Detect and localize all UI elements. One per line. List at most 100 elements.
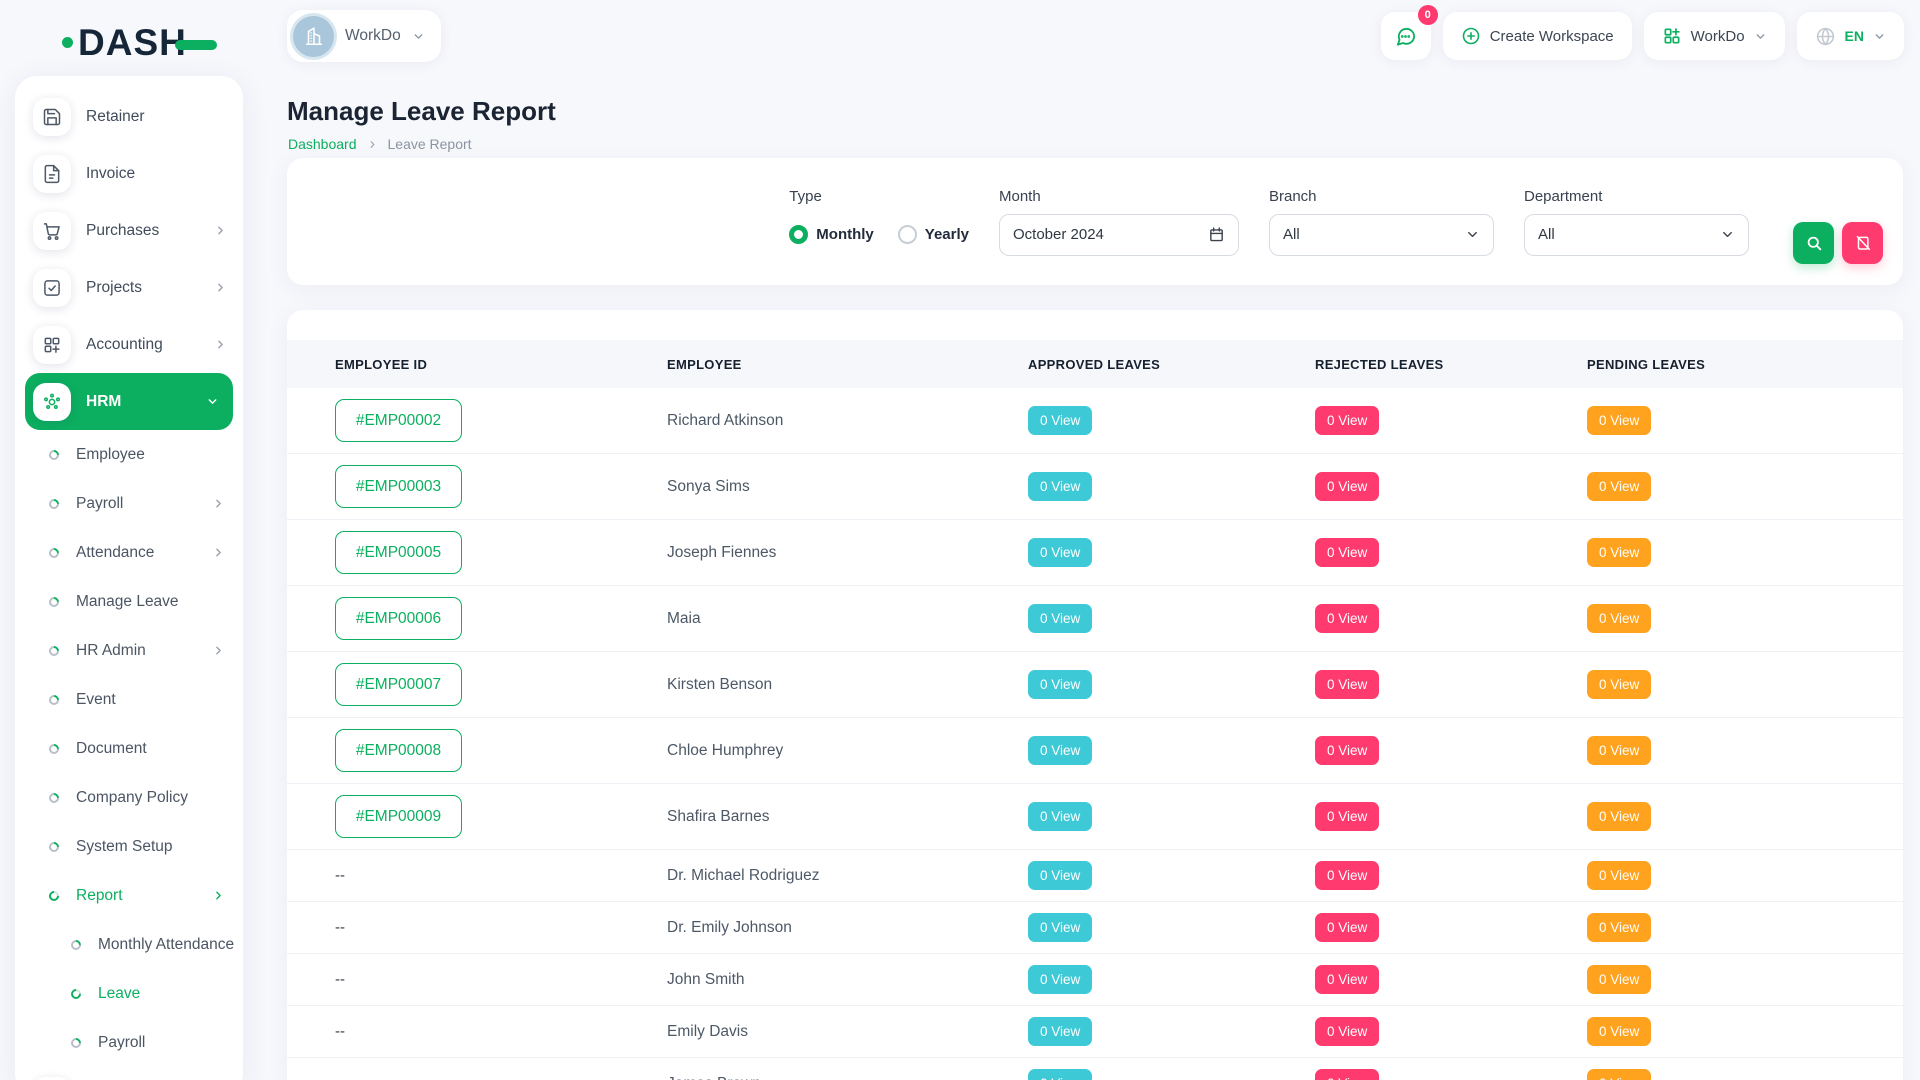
sidebar-item-label: Leave: [98, 985, 225, 1003]
cart-icon: [33, 212, 71, 250]
sidebar-item-retainer[interactable]: Retainer: [15, 88, 243, 145]
pending-leaves-badge[interactable]: 0 View: [1587, 861, 1651, 890]
branch-value: All: [1283, 226, 1300, 243]
employee-id-button[interactable]: #EMP00003: [335, 465, 462, 508]
approved-leaves-badge[interactable]: 0 View: [1028, 965, 1092, 994]
sidebar-item-monthly-attendance[interactable]: Monthly Attendance: [15, 920, 243, 969]
approved-leaves-badge[interactable]: 0 View: [1028, 736, 1092, 765]
approved-leaves-badge[interactable]: 0 View: [1028, 406, 1092, 435]
column-approved-leaves: APPROVED LEAVES: [1028, 357, 1315, 372]
pending-leaves-badge[interactable]: 0 View: [1587, 604, 1651, 633]
language-selector[interactable]: EN: [1797, 12, 1904, 60]
breadcrumb-dashboard-link[interactable]: Dashboard: [288, 136, 357, 152]
sidebar-item-projects[interactable]: Projects: [15, 259, 243, 316]
reset-button[interactable]: [1842, 222, 1883, 264]
employee-name: James Brown: [667, 1075, 761, 1080]
employee-id-button[interactable]: #EMP00005: [335, 531, 462, 574]
rejected-leaves-badge[interactable]: 0 View: [1315, 802, 1379, 831]
messages-button[interactable]: 0: [1381, 12, 1431, 60]
rejected-leaves-badge[interactable]: 0 View: [1315, 1017, 1379, 1046]
pending-leaves-badge[interactable]: 0 View: [1587, 670, 1651, 699]
pending-leaves-badge[interactable]: 0 View: [1587, 1017, 1651, 1046]
workspace-selector[interactable]: WorkDo: [287, 10, 441, 62]
workdo-menu-button[interactable]: WorkDo: [1644, 12, 1785, 60]
type-radio-monthly[interactable]: Monthly: [789, 225, 874, 244]
sidebar-item-hr-admin[interactable]: HR Admin: [15, 626, 243, 675]
rejected-leaves-badge[interactable]: 0 View: [1315, 1069, 1379, 1080]
sidebar-item-invoice[interactable]: Invoice: [15, 145, 243, 202]
bullet-icon: [69, 986, 83, 1000]
employee-id-button[interactable]: #EMP00006: [335, 597, 462, 640]
pending-leaves-badge[interactable]: 0 View: [1587, 965, 1651, 994]
approved-leaves-badge[interactable]: 0 View: [1028, 604, 1092, 633]
employee-id-button[interactable]: #EMP00002: [335, 399, 462, 442]
pending-leaves-badge[interactable]: 0 View: [1587, 802, 1651, 831]
sidebar-item-label: Purchases: [86, 222, 214, 240]
sidebar-item-employee[interactable]: Employee: [15, 430, 243, 479]
column-rejected-leaves: REJECTED LEAVES: [1315, 357, 1587, 372]
sidebar-item-label: Event: [76, 691, 225, 709]
rejected-leaves-badge[interactable]: 0 View: [1315, 538, 1379, 567]
sidebar-item-leave[interactable]: Leave: [15, 969, 243, 1018]
rejected-leaves-badge[interactable]: 0 View: [1315, 670, 1379, 699]
approved-leaves-badge[interactable]: 0 View: [1028, 913, 1092, 942]
branch-select[interactable]: All: [1269, 214, 1494, 256]
department-select[interactable]: All: [1524, 214, 1749, 256]
pending-leaves-badge[interactable]: 0 View: [1587, 472, 1651, 501]
sidebar-item-hrm[interactable]: HRM: [25, 373, 233, 430]
radio-label: Monthly: [816, 226, 874, 243]
sidebar-item-system-setup[interactable]: System Setup: [15, 822, 243, 871]
hrm-icon: [33, 383, 71, 421]
approved-leaves-badge[interactable]: 0 View: [1028, 1017, 1092, 1046]
building-icon: [293, 16, 334, 57]
employee-id-button[interactable]: #EMP00007: [335, 663, 462, 706]
chevron-right-icon: [212, 889, 225, 902]
column-employee-id: EMPLOYEE ID: [335, 357, 667, 372]
approved-leaves-badge[interactable]: 0 View: [1028, 538, 1092, 567]
rejected-leaves-badge[interactable]: 0 View: [1315, 913, 1379, 942]
employee-id-button[interactable]: #EMP00008: [335, 729, 462, 772]
employee-id-empty: --: [335, 971, 345, 988]
sidebar-item-payroll[interactable]: Payroll: [15, 1018, 243, 1067]
approved-leaves-badge[interactable]: 0 View: [1028, 1069, 1092, 1080]
chat-icon: [1394, 25, 1417, 48]
pending-leaves-badge[interactable]: 0 View: [1587, 736, 1651, 765]
sidebar-item-document[interactable]: Document: [15, 724, 243, 773]
sidebar-item-attendance[interactable]: Attendance: [15, 528, 243, 577]
employee-id-button[interactable]: #EMP00009: [335, 795, 462, 838]
create-workspace-button[interactable]: Create Workspace: [1443, 12, 1632, 60]
sidebar-item-accounting[interactable]: Accounting: [15, 316, 243, 373]
rejected-leaves-badge[interactable]: 0 View: [1315, 406, 1379, 435]
sidebar-item-company-policy[interactable]: Company Policy: [15, 773, 243, 822]
type-radio-yearly[interactable]: Yearly: [898, 225, 969, 244]
language-code: EN: [1845, 28, 1864, 44]
sidebar-item-purchases[interactable]: Purchases: [15, 202, 243, 259]
pending-leaves-badge[interactable]: 0 View: [1587, 1069, 1651, 1080]
approved-leaves-badge[interactable]: 0 View: [1028, 670, 1092, 699]
pending-leaves-badge[interactable]: 0 View: [1587, 406, 1651, 435]
approved-leaves-badge[interactable]: 0 View: [1028, 472, 1092, 501]
sidebar-item-event[interactable]: Event: [15, 675, 243, 724]
sidebar-item-manage-leave[interactable]: Manage Leave: [15, 577, 243, 626]
rejected-leaves-badge[interactable]: 0 View: [1315, 604, 1379, 633]
filter-actions: [1793, 222, 1883, 264]
sidebar-item-label: Accounting: [86, 336, 214, 354]
month-input[interactable]: October 2024: [999, 214, 1239, 256]
pending-leaves-badge[interactable]: 0 View: [1587, 538, 1651, 567]
pending-leaves-badge[interactable]: 0 View: [1587, 913, 1651, 942]
brand-logo[interactable]: DASH: [62, 24, 217, 61]
clipboard-off-icon: [1854, 234, 1872, 252]
search-button[interactable]: [1793, 222, 1834, 264]
rejected-leaves-badge[interactable]: 0 View: [1315, 736, 1379, 765]
rejected-leaves-badge[interactable]: 0 View: [1315, 965, 1379, 994]
bullet-icon: [47, 447, 61, 461]
sidebar-item-pos[interactable]: POS: [15, 1067, 243, 1080]
approved-leaves-badge[interactable]: 0 View: [1028, 861, 1092, 890]
rejected-leaves-badge[interactable]: 0 View: [1315, 472, 1379, 501]
rejected-leaves-badge[interactable]: 0 View: [1315, 861, 1379, 890]
sidebar-item-label: Attendance: [76, 544, 212, 562]
chevron-down-icon: [1720, 227, 1735, 242]
sidebar-item-payroll[interactable]: Payroll: [15, 479, 243, 528]
approved-leaves-badge[interactable]: 0 View: [1028, 802, 1092, 831]
sidebar-item-report[interactable]: Report: [15, 871, 243, 920]
